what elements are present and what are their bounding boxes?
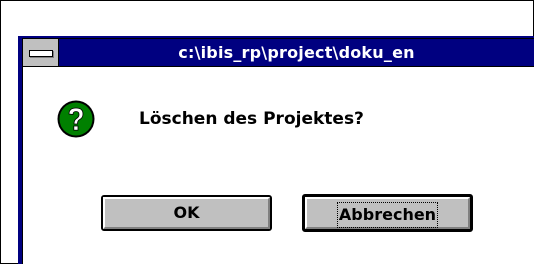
question-icon — [56, 99, 96, 139]
dialog-body: c:\ibis_rp\project\doku_en Löschen des P… — [22, 38, 534, 264]
system-menu-button[interactable] — [23, 39, 59, 66]
system-menu-icon — [29, 50, 53, 57]
cancel-button-label: Abbrechen — [336, 202, 439, 228]
ok-button-label: OK — [173, 203, 200, 222]
dialog-message: Löschen des Projektes? — [139, 109, 364, 129]
dialog-title: c:\ibis_rp\project\doku_en — [178, 43, 415, 62]
cancel-button[interactable]: Abbrechen — [302, 194, 473, 232]
title-bar[interactable]: c:\ibis_rp\project\doku_en — [23, 39, 534, 67]
confirm-dialog: c:\ibis_rp\project\doku_en Löschen des P… — [18, 36, 534, 264]
ok-button[interactable]: OK — [101, 195, 272, 231]
